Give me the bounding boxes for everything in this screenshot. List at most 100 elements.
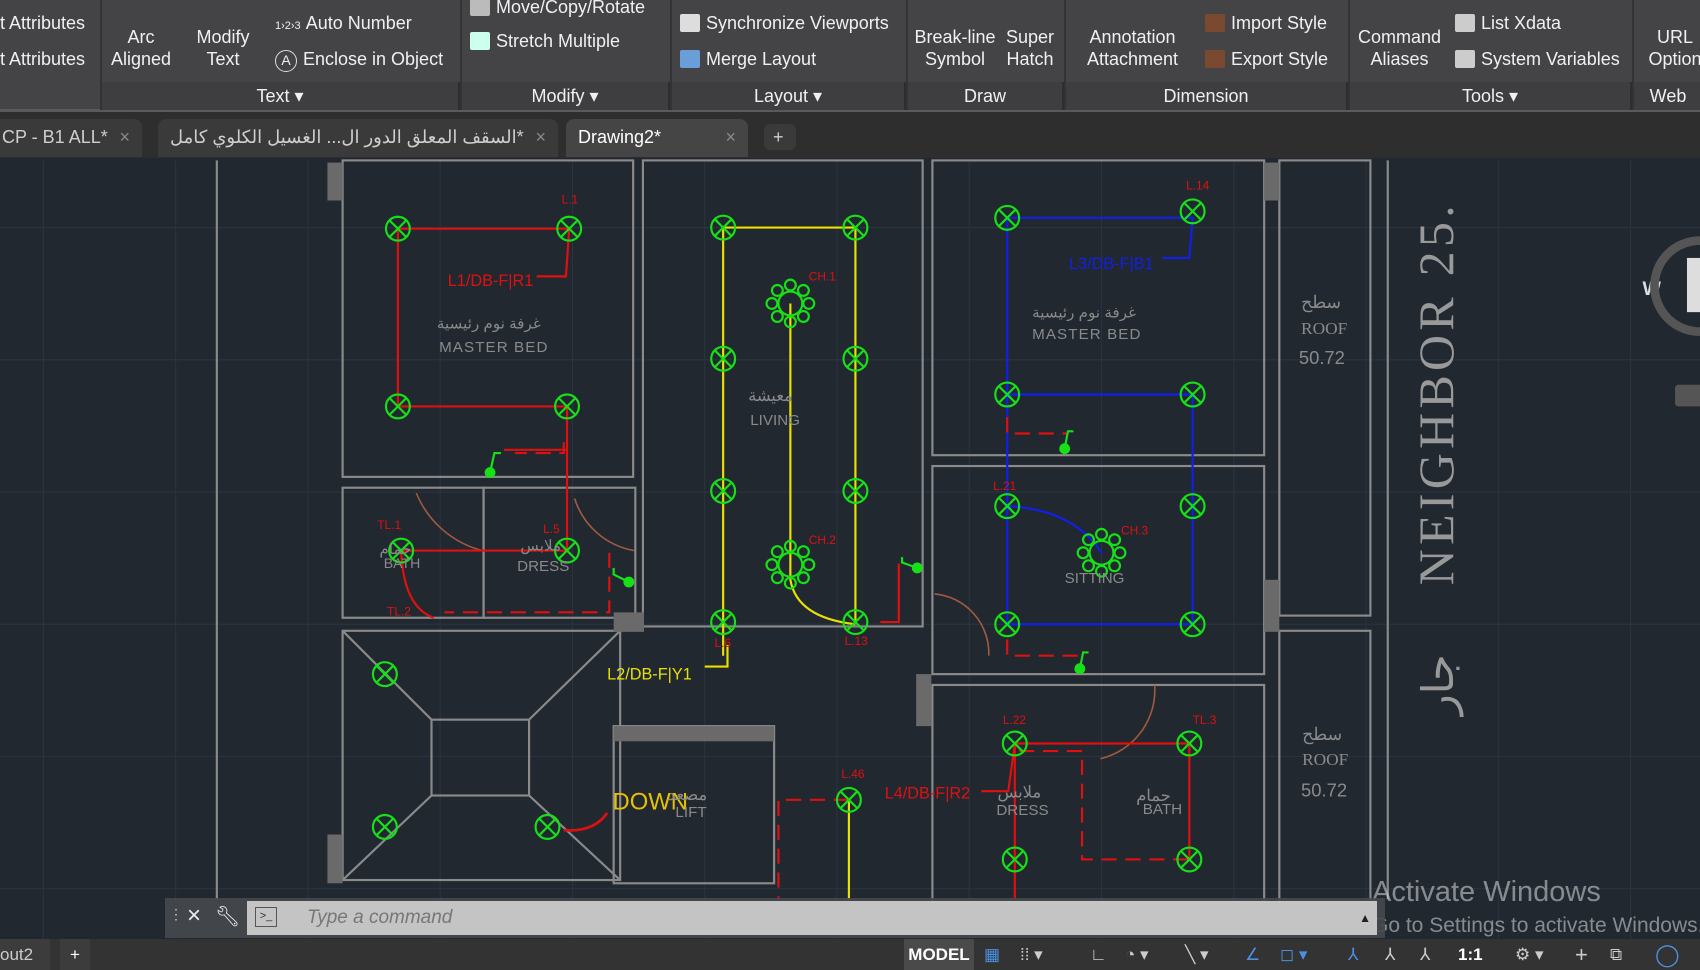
drawing-text-roof_level: 50.72 [1301,780,1347,801]
object-snap-icon[interactable]: ◻ ▾ [1280,939,1320,970]
group-modify[interactable]: Modify ▾ [462,82,670,110]
customize-wrench-icon[interactable]: 🔧︎ [215,904,240,929]
close-command-icon[interactable]: × [187,902,201,930]
drag-handle-icon[interactable]: ⋮ [169,906,183,923]
circuit-yellow [704,226,857,900]
object-snap-tracking-icon[interactable]: ∠ [1245,939,1275,970]
stretch-icon [470,32,490,50]
annotation-scale-icon[interactable]: ⅄ [1420,939,1450,970]
isolate-objects-icon[interactable]: ◯ [1655,939,1685,970]
auto-number-icon: 1›2›3 [275,20,301,32]
annotation-visibility-icon[interactable]: ⅄ [1348,939,1378,970]
drawing-text-master_bed: MASTER BED [1032,326,1141,343]
enclose-in-object-button[interactable]: A Enclose in Object [275,48,443,72]
circuit-red-1-dashed [444,442,611,614]
light-fixture-icon[interactable] [371,661,398,688]
break-line-symbol-button[interactable]: Break-line Symbol [910,26,1000,70]
import-style-button[interactable]: Import Style [1205,12,1327,34]
command-aliases-label-1: Command [1357,27,1442,47]
move-copy-rotate-button[interactable]: Move/Copy/Rotate [470,0,645,18]
arc-aligned-button[interactable]: Arc Aligned [105,26,177,70]
export-style-button[interactable]: Export Style [1205,48,1328,70]
ortho-icon[interactable]: ∟ [1090,939,1120,970]
drawing-text-c1: L1/DB-F|R1 [448,272,534,290]
tab-label: السقف المعلق الدور ال... الغسيل الكلوي ك… [170,127,524,147]
move-icon [470,0,490,16]
drawing-text-master_bed_ar: غرفة نوم رئيسية [1032,305,1136,322]
command-aliases-button[interactable]: Command Aliases [1352,26,1447,70]
tab-label: Drawing2* [578,127,662,147]
snap-mode-icon[interactable]: ⁞⁞ ▾ [1020,939,1060,970]
drawing-text-ch3: CH.3 [1121,523,1149,537]
annotation-attachment-button[interactable]: Annotation Attachment [1075,26,1190,70]
list-xdata-button[interactable]: List Xdata [1455,12,1561,34]
list-xdata-label: List Xdata [1481,13,1562,33]
drawing-text-dress: DRESS [517,558,569,575]
close-tab-icon[interactable]: × [725,119,736,155]
switch-icon[interactable] [623,576,635,588]
tab-drawing2[interactable]: Drawing2* × [566,119,748,157]
annotation-scale-value[interactable]: 1:1 [1458,939,1498,970]
group-web[interactable]: Web [1634,82,1700,110]
close-tab-icon[interactable]: × [119,119,130,155]
units-icon[interactable]: ⧉ [1610,939,1635,970]
isodraft-icon[interactable]: ╲ ▾ [1185,939,1225,970]
merge-layout-button[interactable]: Merge Layout [680,48,816,70]
group-dimension[interactable]: Dimension [1066,82,1348,110]
drawing-text-l6: L.6 [714,636,731,650]
tab-cp-b1-all[interactable]: CP - B1 ALL* × [0,119,142,157]
drawing-text-dress_ar: ملابس [520,538,561,555]
auto-number-button[interactable]: 1›2›3 Auto Number [275,12,412,37]
model-space-toggle[interactable]: MODEL [904,939,974,970]
import-style-label: Import Style [1231,13,1328,33]
tab-arabic-drawing[interactable]: السقف المعلق الدور ال... الغسيل الكلوي ك… [158,119,558,157]
drawing-text-l21: L.21 [993,479,1017,493]
group-text[interactable]: Text ▾ [102,82,460,110]
auto-scale-icon[interactable]: ⅄ [1385,939,1415,970]
status-bar: out2 + MODEL ▦ ⁞⁞ ▾ ∟ ◔ ▾ ╲ ▾ ∠ ◻ ▾ ⅄ ⅄ … [0,939,1700,970]
command-input[interactable]: >_ Type a command ▲ [247,901,1377,935]
switch-icon[interactable] [911,562,923,574]
command-prompt-icon[interactable]: >_ [255,907,277,927]
modify-text-button[interactable]: Modify Text [188,26,258,70]
group-layout[interactable]: Layout ▾ [672,82,906,110]
drawing-text-roof: ROOF [1301,319,1348,338]
enclose-label: Enclose in Object [303,49,444,69]
switch-icon[interactable] [1059,443,1071,455]
synchronize-viewports-label: Synchronize Viewports [706,13,889,33]
arc-aligned-label-1: Arc [127,27,155,47]
drawing-text-tl3: TL.3 [1193,713,1217,727]
drawing-text-master_bed: MASTER BED [439,339,548,356]
stretch-multiple-button[interactable]: Stretch Multiple [470,30,620,52]
workspace-gear-icon[interactable]: ⚙ ▾ [1515,939,1555,970]
super-hatch-button[interactable]: Super Hatch [1000,26,1060,70]
drawing-text-l46: L.46 [841,767,865,781]
system-variables-label: System Variables [1481,49,1620,69]
attributes-item-1[interactable]: t Attributes [0,12,85,34]
drawing-text-tl1: TL.1 [377,518,401,532]
system-variables-button[interactable]: System Variables [1455,48,1620,70]
polar-tracking-icon[interactable]: ◔ ▾ [1125,939,1175,970]
watermark-title: Activate Windows [1372,876,1601,908]
annotation-monitor-plus-icon[interactable]: + [1575,939,1600,970]
viewcube-face[interactable] [1686,257,1700,313]
layout-tab[interactable]: out2 [0,939,50,970]
synchronize-viewports-button[interactable]: Synchronize Viewports [680,12,889,34]
attributes-item-2[interactable]: t Attributes [0,48,85,70]
group-draw[interactable]: Draw [908,82,1064,110]
history-up-icon[interactable]: ▲ [1359,901,1371,935]
add-layout-button[interactable]: + [60,939,90,970]
switch-icon[interactable] [484,467,496,478]
switch-icon[interactable] [1074,663,1086,675]
super-hatch-label-2: Hatch [1006,49,1054,69]
light-fixture-icon[interactable] [371,813,398,840]
group-tools[interactable]: Tools ▾ [1350,82,1632,110]
watermark-subtitle: Go to Settings to activate Windows. [1372,914,1700,937]
merge-layout-label: Merge Layout [706,49,817,69]
light-fixture-icon[interactable] [534,813,561,840]
new-tab-button[interactable]: + [764,124,796,150]
close-tab-icon[interactable]: × [535,119,546,155]
grid-toggle-icon[interactable]: ▦ [984,939,1010,970]
auto-number-label: Auto Number [305,13,412,33]
url-options-button[interactable]: URL Option [1640,26,1700,70]
